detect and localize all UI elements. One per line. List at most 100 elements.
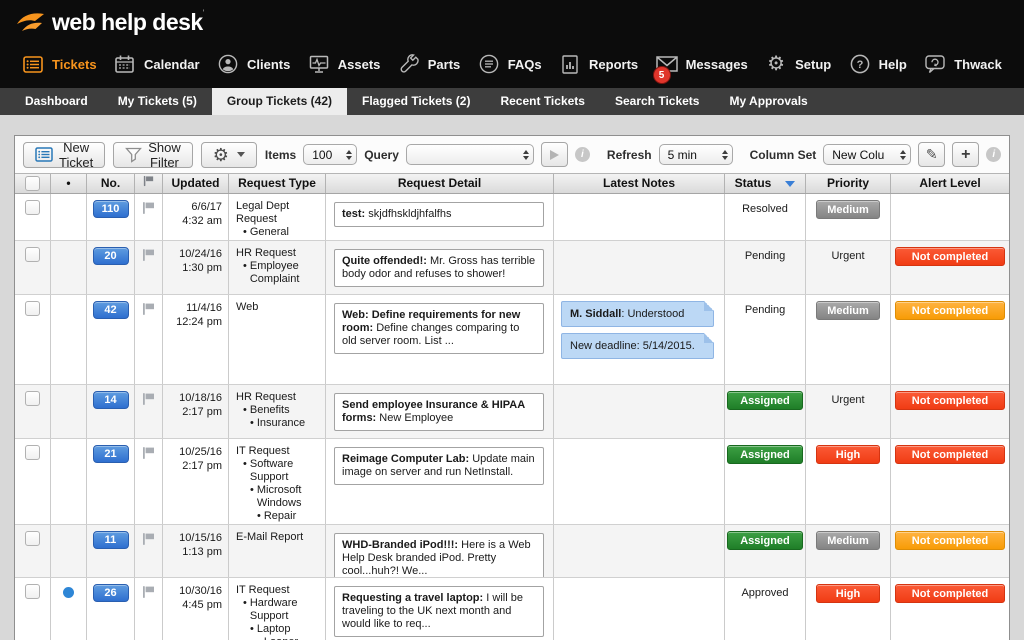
nav-item-reports[interactable]: Reports xyxy=(559,53,638,75)
new-ticket-button[interactable]: New Ticket xyxy=(23,142,105,168)
flag-icon[interactable] xyxy=(142,446,155,463)
nav-item-messages[interactable]: 5Messages xyxy=(656,53,748,75)
column-header-latest-notes[interactable]: Latest Notes xyxy=(554,174,725,193)
toolbar: New Ticket Show Filter Items 100 Query xyxy=(15,136,1009,174)
column-header-unread[interactable]: • xyxy=(51,174,87,193)
show-filter-button[interactable]: Show Filter xyxy=(113,142,193,168)
flag-icon[interactable] xyxy=(142,585,155,602)
flag-icon[interactable] xyxy=(142,392,155,409)
ticket-number-badge[interactable]: 11 xyxy=(93,531,129,549)
nav-item-faqs[interactable]: FAQs xyxy=(478,53,542,75)
add-column-set-button[interactable] xyxy=(952,142,979,167)
column-header-priority[interactable]: Priority xyxy=(806,174,891,193)
nav-item-setup[interactable]: ⚙Setup xyxy=(765,53,831,75)
ticket-number-badge[interactable]: 42 xyxy=(93,301,129,319)
nav-item-calendar[interactable]: Calendar xyxy=(114,53,200,75)
refresh-interval-select[interactable]: 5 min xyxy=(659,144,733,165)
column-header-alert-level[interactable]: Alert Level xyxy=(891,174,1009,193)
request-type-text: Hardware Support xyxy=(250,597,323,623)
status-badge: Assigned xyxy=(727,445,803,464)
request-detail-box[interactable]: WHD-Branded iPod!!!: Here is a Web Help … xyxy=(334,533,544,577)
cell-priority: High xyxy=(806,578,891,640)
nav-item-help[interactable]: ?Help xyxy=(849,53,907,75)
tab-flagged-tickets-2[interactable]: Flagged Tickets (2) xyxy=(347,88,485,115)
request-detail-box[interactable]: Quite offended!: Mr. Gross has terrible … xyxy=(334,249,544,287)
nav-item-parts[interactable]: Parts xyxy=(398,53,461,75)
cell-request-detail: WHD-Branded iPod!!!: Here is a Web Help … xyxy=(326,525,554,577)
cell-priority: Urgent xyxy=(806,241,891,294)
nav-label-thwack: Thwack xyxy=(954,57,1002,72)
edit-column-set-button[interactable] xyxy=(918,142,945,167)
ticket-number-badge[interactable]: 21 xyxy=(93,445,129,463)
column-header-flag[interactable] xyxy=(135,174,163,193)
table-settings-dropdown-button[interactable] xyxy=(201,142,257,168)
bullet: • xyxy=(243,458,247,484)
row-checkbox[interactable] xyxy=(25,301,40,316)
tab-group-tickets-42[interactable]: Group Tickets (42) xyxy=(212,88,347,115)
request-type-text: Employee Complaint xyxy=(250,260,323,286)
column-set-info-icon[interactable] xyxy=(986,147,1001,162)
query-select[interactable] xyxy=(406,144,534,165)
row-checkbox[interactable] xyxy=(25,200,40,215)
nav-item-thwack[interactable]: Thwack xyxy=(924,53,1002,75)
flag-icon[interactable] xyxy=(142,248,155,265)
tab-my-tickets-5[interactable]: My Tickets (5) xyxy=(103,88,212,115)
request-detail-title: Requesting a travel laptop: xyxy=(342,592,483,604)
stepper-icon xyxy=(722,150,728,160)
request-type-line: •Hardware Support xyxy=(236,597,323,623)
table-row: 1410/18/162:17 pmHR Request•Benefits•Ins… xyxy=(15,385,1009,439)
stepper-icon xyxy=(523,150,529,160)
row-checkbox[interactable] xyxy=(25,247,40,262)
tab-search-tickets[interactable]: Search Tickets xyxy=(600,88,715,115)
bullet: • xyxy=(243,226,247,240)
column-set-select[interactable]: New Colu xyxy=(823,144,911,165)
column-header-status[interactable]: Status xyxy=(725,174,806,193)
cell-request-detail: Web: Define requirements for new room: D… xyxy=(326,295,554,384)
ticket-number-badge[interactable]: 110 xyxy=(93,200,129,218)
pencil-icon xyxy=(926,146,938,163)
nav-item-assets[interactable]: Assets xyxy=(308,53,381,75)
cell-flag xyxy=(135,525,163,577)
tab-recent-tickets[interactable]: Recent Tickets xyxy=(485,88,600,115)
request-detail-box[interactable]: Web: Define requirements for new room: D… xyxy=(334,303,544,354)
row-checkbox[interactable] xyxy=(25,445,40,460)
ticket-number-badge[interactable]: 14 xyxy=(93,391,129,409)
ticket-number-badge[interactable]: 26 xyxy=(93,584,129,602)
cell-number: 42 xyxy=(87,295,135,384)
request-detail-box[interactable]: Requesting a travel laptop: I will be tr… xyxy=(334,586,544,637)
request-detail-box[interactable]: Send employee Insurance & HIPAA forms: N… xyxy=(334,393,544,431)
flag-icon[interactable] xyxy=(142,302,155,319)
column-header-updated[interactable]: Updated xyxy=(163,174,229,193)
nav-item-tickets[interactable]: Tickets xyxy=(22,53,97,75)
request-type-line: IT Request xyxy=(236,584,323,597)
query-label: Query xyxy=(364,148,399,162)
column-header-select[interactable] xyxy=(15,174,51,193)
stepper-icon xyxy=(900,150,906,160)
flag-icon[interactable] xyxy=(142,532,155,549)
cell-updated: 10/18/162:17 pm xyxy=(163,385,229,438)
request-detail-title: Reimage Computer Lab: xyxy=(342,453,469,465)
cell-unread xyxy=(51,439,87,524)
flag-icon[interactable] xyxy=(142,201,155,218)
request-detail-box[interactable]: Reimage Computer Lab: Update main image … xyxy=(334,447,544,485)
latest-note: M. Siddall: Understood xyxy=(561,301,714,327)
ticket-number-badge[interactable]: 20 xyxy=(93,247,129,265)
tab-dashboard[interactable]: Dashboard xyxy=(10,88,103,115)
tab-my-approvals[interactable]: My Approvals xyxy=(714,88,822,115)
row-checkbox[interactable] xyxy=(25,584,40,599)
column-header-number[interactable]: No. xyxy=(87,174,135,193)
cell-unread xyxy=(51,578,87,640)
request-detail-box[interactable]: test: skjdfhskldjhfalfhs xyxy=(334,202,544,227)
column-header-request-detail[interactable]: Request Detail xyxy=(326,174,554,193)
nav-item-clients[interactable]: Clients xyxy=(217,53,290,75)
select-all-checkbox[interactable] xyxy=(25,176,40,191)
row-checkbox[interactable] xyxy=(25,531,40,546)
query-info-icon[interactable] xyxy=(575,147,590,162)
calendar-icon xyxy=(114,53,136,75)
row-checkbox[interactable] xyxy=(25,391,40,406)
nav-label-calendar: Calendar xyxy=(144,57,200,72)
column-header-request-type[interactable]: Request Type xyxy=(229,174,326,193)
run-query-button[interactable] xyxy=(541,142,568,167)
request-type-line: •Loaner xyxy=(236,636,323,640)
items-per-page-select[interactable]: 100 xyxy=(303,144,357,165)
